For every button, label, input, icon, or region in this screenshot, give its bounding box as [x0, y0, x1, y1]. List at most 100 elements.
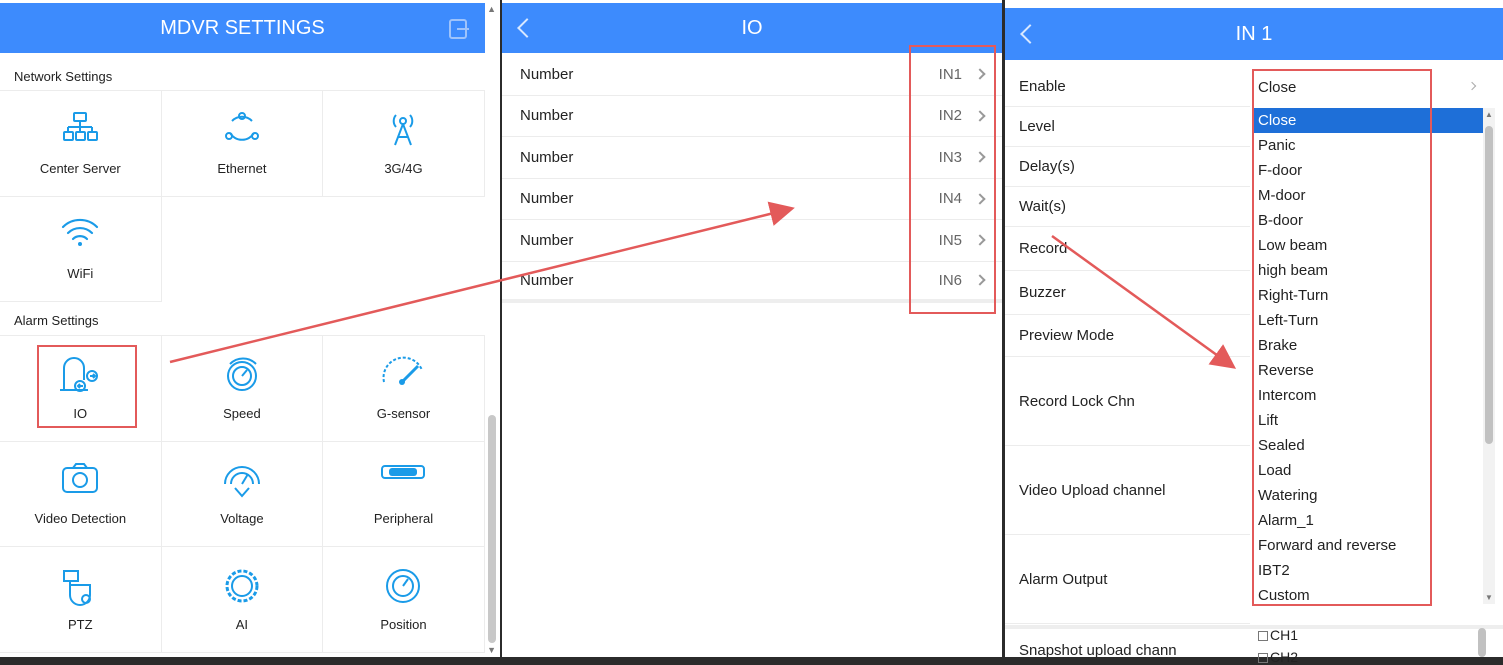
- field-buzzer: Buzzer: [1005, 271, 1250, 315]
- io-row-value: IN6: [938, 271, 962, 289]
- settings-header: MDVR SETTINGS: [0, 3, 485, 53]
- field-label: Level: [1019, 118, 1055, 135]
- io-row-value: IN1: [938, 65, 962, 83]
- scroll-up-icon[interactable]: ▲: [1485, 110, 1493, 119]
- in1-header: IN 1: [1005, 8, 1503, 60]
- network-item-3g4g[interactable]: 3G/4G: [323, 91, 485, 197]
- chevron-right-icon: [974, 151, 986, 163]
- io-row-label: Number: [520, 190, 574, 208]
- field-label: Snapshot upload chann: [1019, 642, 1177, 657]
- alarm-item-label: G-sensor: [376, 405, 431, 421]
- io-row-in4[interactable]: Number IN4: [502, 179, 1002, 220]
- chevron-right-icon: [974, 234, 986, 246]
- chevron-right-icon: [974, 274, 986, 286]
- antenna-icon: [393, 114, 414, 146]
- scroll-down-icon[interactable]: ▼: [487, 645, 496, 655]
- dropdown-option[interactable]: Low beam: [1253, 233, 1483, 258]
- io-header: IO: [502, 3, 1002, 53]
- io-row-in1[interactable]: Number IN1: [502, 54, 1002, 96]
- dropdown-option[interactable]: B-door: [1253, 208, 1483, 233]
- alarm-item-g-sensor[interactable]: G-sensor: [323, 336, 485, 442]
- network-item-center-server[interactable]: Center Server: [0, 91, 162, 197]
- back-icon[interactable]: [1020, 24, 1040, 44]
- dropdown-option[interactable]: high beam: [1253, 258, 1483, 283]
- dropdown-option[interactable]: Load: [1253, 458, 1483, 483]
- alarm-item-io[interactable]: IO: [0, 336, 162, 442]
- channel-checkbox-ch1[interactable]: CH1: [1258, 627, 1298, 643]
- camera-icon: [62, 462, 99, 493]
- field-label: Wait(s): [1019, 198, 1066, 215]
- network-item-label: WiFi: [67, 266, 94, 281]
- field-label: Preview Mode: [1019, 327, 1115, 344]
- dropdown-option[interactable]: Lift: [1253, 408, 1483, 433]
- field-label: Delay(s): [1019, 158, 1075, 175]
- io-row-in6[interactable]: Number IN6: [502, 262, 1002, 303]
- field-record: Record: [1005, 227, 1250, 271]
- channel-checkbox-ch2[interactable]: CH2: [1258, 649, 1298, 665]
- ai-chip-icon: [225, 569, 259, 603]
- settings-title: MDVR SETTINGS: [160, 16, 325, 39]
- dropdown-option[interactable]: M-door: [1253, 183, 1483, 208]
- panel-scrollbar[interactable]: [1478, 628, 1486, 657]
- field-level: Level: [1005, 107, 1250, 147]
- enable-select[interactable]: Close: [1253, 75, 1481, 100]
- io-row-in2[interactable]: Number IN2: [502, 96, 1002, 137]
- alarm-item-video-detection[interactable]: Video Detection: [0, 441, 162, 547]
- dropdown-option[interactable]: Panic: [1253, 133, 1483, 158]
- dropdown-option[interactable]: Close: [1253, 108, 1483, 133]
- dropdown-option[interactable]: Watering: [1253, 483, 1483, 508]
- section-divider: [1005, 625, 1503, 629]
- dropdown-option[interactable]: Forward and reverse: [1253, 533, 1483, 558]
- dropdown-option[interactable]: Right-Turn: [1253, 283, 1483, 308]
- dropdown-option[interactable]: Brake: [1253, 333, 1483, 358]
- dropdown-option[interactable]: IBT2: [1253, 558, 1483, 583]
- network-item-label: Center Server: [39, 160, 121, 176]
- network-item-wifi[interactable]: WiFi: [0, 196, 162, 302]
- alarm-item-position[interactable]: Position: [323, 547, 485, 653]
- io-row-label: Number: [520, 107, 574, 125]
- io-row-value: IN5: [938, 231, 962, 249]
- io-row-label: Number: [520, 231, 574, 249]
- io-row-in5[interactable]: Number IN5: [502, 220, 1002, 262]
- dropdown-option[interactable]: Reverse: [1253, 358, 1483, 383]
- settings-scrollbar[interactable]: [488, 415, 496, 643]
- alarm-grid: IO Speed G-sensor Video Detection Voltag…: [0, 335, 485, 653]
- io-row-label: Number: [520, 271, 574, 289]
- dropdown-scrollbar[interactable]: ▲ ▼: [1483, 108, 1495, 604]
- network-item-label: Ethernet: [217, 160, 267, 176]
- io-row-value: IN2: [938, 107, 962, 125]
- field-alarm-output: Alarm Output: [1005, 535, 1250, 624]
- alarm-item-ptz[interactable]: PTZ: [0, 547, 162, 653]
- alarm-item-voltage[interactable]: Voltage: [161, 441, 324, 547]
- chevron-right-icon: [974, 193, 986, 205]
- dropdown-option[interactable]: Intercom: [1253, 383, 1483, 408]
- scroll-down-icon[interactable]: ▼: [1485, 593, 1493, 602]
- io-row-in3[interactable]: Number IN3: [502, 137, 1002, 179]
- alarm-item-ai[interactable]: AI: [161, 547, 324, 653]
- channel-label: CH1: [1270, 627, 1299, 643]
- dropdown-scroll-thumb[interactable]: [1485, 126, 1493, 444]
- dropdown-option[interactable]: Alarm_1: [1253, 508, 1483, 533]
- io-panel: IO Number IN1 Number IN2 Number IN3 Number I…: [502, 0, 1002, 657]
- alarm-item-label: AI: [235, 616, 249, 632]
- network-item-ethernet[interactable]: Ethernet: [161, 91, 324, 197]
- chevron-right-icon: [974, 110, 986, 122]
- dropdown-option[interactable]: Custom: [1253, 583, 1483, 608]
- dropdown-option[interactable]: F-door: [1253, 158, 1483, 183]
- position-icon: [386, 569, 421, 603]
- dropdown-option[interactable]: Sealed: [1253, 433, 1483, 458]
- field-label: Enable: [1019, 78, 1066, 95]
- back-icon[interactable]: [517, 18, 537, 38]
- alarm-item-label: Position: [380, 616, 427, 632]
- io-row-value: IN4: [938, 190, 962, 208]
- dropdown-option[interactable]: Left-Turn: [1253, 308, 1483, 333]
- alarm-item-peripheral[interactable]: Peripheral: [323, 441, 485, 547]
- scroll-up-icon[interactable]: ▲: [487, 4, 496, 14]
- field-label: Record: [1019, 240, 1068, 257]
- field-record-lock-chn: Record Lock Chn: [1005, 357, 1250, 446]
- alarm-item-label: Speed: [223, 405, 261, 421]
- alarm-item-speed[interactable]: Speed: [161, 336, 324, 442]
- server-network-icon: [63, 112, 99, 141]
- alarm-item-label: Video Detection: [34, 511, 127, 526]
- exit-icon[interactable]: [449, 19, 469, 39]
